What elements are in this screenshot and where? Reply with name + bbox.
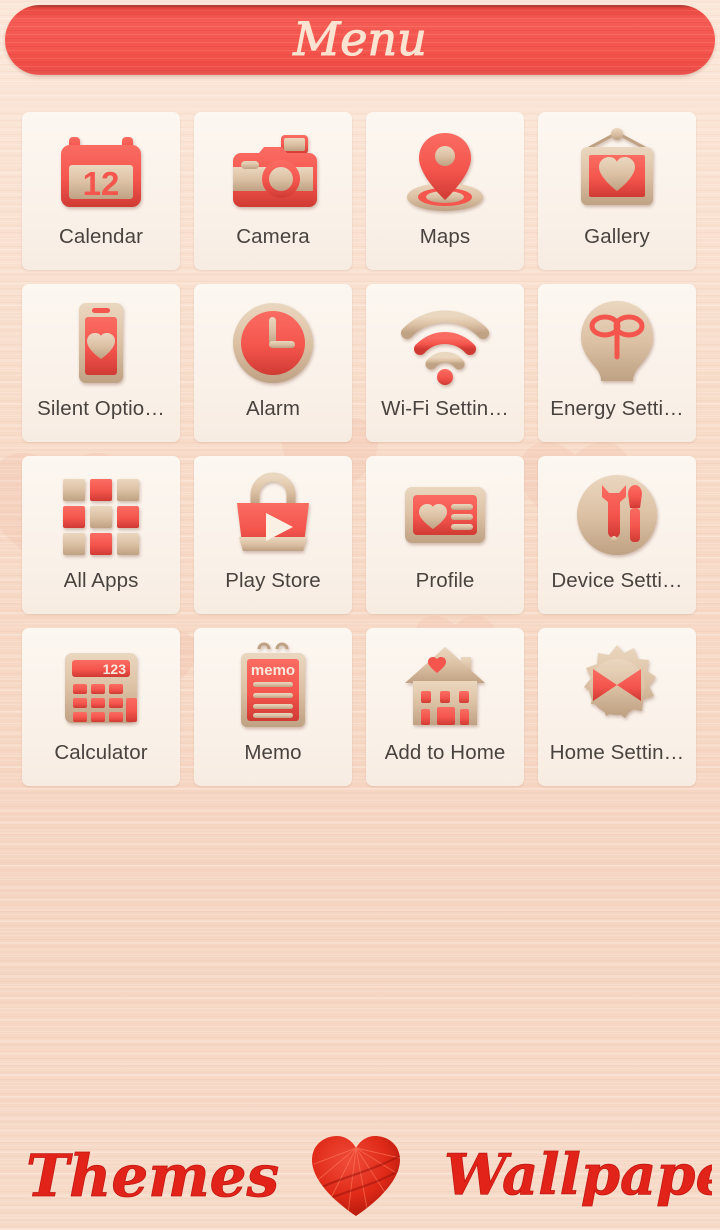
app-tile-calendar[interactable]: 12 Calendar (22, 112, 180, 270)
app-grid: 12 Calendar Camera Maps Gallery Silent O… (22, 112, 696, 786)
wrench-screwdriver-icon (569, 469, 665, 561)
app-tile-play-store[interactable]: Play Store (194, 456, 352, 614)
app-tile-gallery[interactable]: Gallery (538, 112, 696, 270)
app-tile-label: Silent Optio… (37, 397, 165, 420)
app-tile-label: Profile (415, 569, 475, 592)
calendar-day-number: 12 (83, 165, 120, 202)
app-tile-label: Alarm (245, 397, 301, 420)
lightbulb-icon (569, 297, 665, 389)
grid-apps-icon (53, 469, 149, 561)
app-tile-calculator[interactable]: 123 Calculator (22, 628, 180, 786)
app-tile-label: Camera (236, 225, 310, 248)
memo-title-text: memo (251, 662, 295, 679)
app-tile-home-settin[interactable]: Home Settin… (538, 628, 696, 786)
app-tile-silent-optio[interactable]: Silent Optio… (22, 284, 180, 442)
app-tile-label: Home Settin… (549, 741, 685, 764)
memo-icon: memo (225, 641, 321, 733)
app-tile-label: Gallery (584, 225, 650, 248)
camera-icon (225, 125, 321, 217)
house-heart-icon (397, 641, 493, 733)
app-tile-label: Maps (419, 225, 471, 248)
app-tile-all-apps[interactable]: All Apps (22, 456, 180, 614)
app-tile-profile[interactable]: Profile (366, 456, 524, 614)
app-tile-add-to-home[interactable]: Add to Home (366, 628, 524, 786)
map-pin-icon (397, 125, 493, 217)
app-tile-label: Calendar (59, 225, 143, 248)
app-tile-label: All Apps (63, 569, 139, 592)
picture-frame-icon (569, 125, 665, 217)
app-tile-label: Add to Home (384, 741, 506, 764)
footer-bar: Themes Wallpap (0, 1122, 720, 1230)
calculator-icon: 123 (53, 641, 149, 733)
app-tile-label: Wi-Fi Settin… (381, 397, 509, 420)
page-title-text: Menu (292, 12, 427, 66)
clock-icon (225, 297, 321, 389)
app-tile-label: Calculator (54, 741, 148, 764)
header-bar: Menu (5, 5, 715, 75)
app-tile-energy-setti[interactable]: Energy Setti… (538, 284, 696, 442)
themes-label: Themes (26, 1142, 279, 1210)
app-tile-maps[interactable]: Maps (366, 112, 524, 270)
app-tile-wi-fi-settin[interactable]: Wi-Fi Settin… (366, 284, 524, 442)
shopping-bag-play-icon (225, 469, 321, 561)
app-tile-alarm[interactable]: Alarm (194, 284, 352, 442)
calculator-display-value: 123 (103, 661, 127, 677)
app-tile-label: Play Store (225, 569, 321, 592)
app-tile-camera[interactable]: Camera (194, 112, 352, 270)
wifi-icon (397, 297, 493, 389)
app-tile-device-setti[interactable]: Device Setti… (538, 456, 696, 614)
calendar-icon: 12 (53, 125, 149, 217)
app-tile-label: Device Setti… (551, 569, 683, 592)
wallpapers-button[interactable]: Wallpapers (440, 1128, 720, 1227)
page-title: Menu (5, 5, 715, 75)
yarn-heart-icon[interactable] (308, 1134, 404, 1225)
app-tile-label: Energy Setti… (550, 397, 684, 420)
wallpapers-label: Wallpapers (444, 1142, 712, 1208)
phone-heart-icon (53, 297, 149, 389)
app-tile-label: Memo (244, 741, 302, 764)
profile-card-icon (397, 469, 493, 561)
gear-bow-icon (569, 641, 665, 733)
themes-button[interactable]: Themes (18, 1134, 288, 1225)
app-tile-memo[interactable]: memo Memo (194, 628, 352, 786)
